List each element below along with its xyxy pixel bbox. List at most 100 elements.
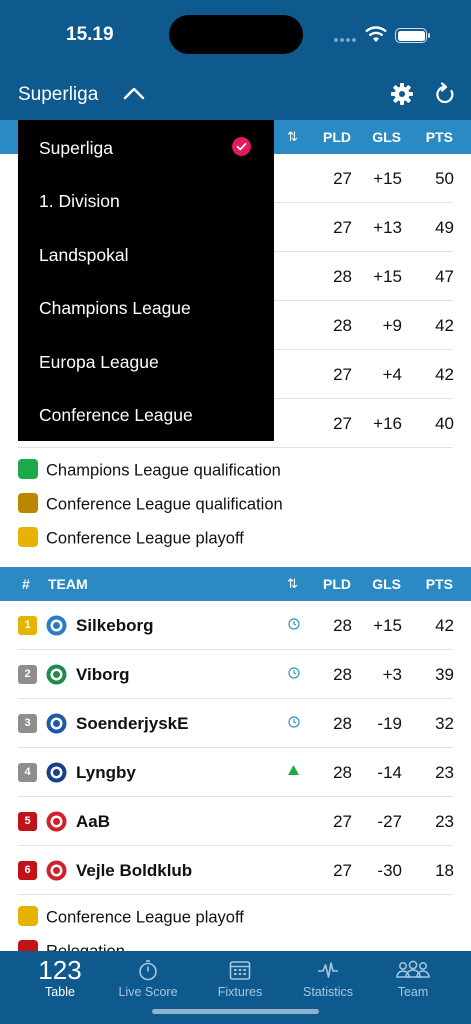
gls-value: -27 (377, 812, 402, 831)
team-name: Lyngby (76, 763, 136, 782)
league-dropdown-menu: Superliga 1. Division Landspokal Champio… (18, 120, 274, 441)
calendar-icon (229, 961, 251, 980)
form-sort-icon[interactable]: ⇅ (287, 576, 298, 592)
table-row[interactable]: 2 Viborg 28 +3 39 (0, 650, 471, 699)
col-team: TEAM (48, 576, 88, 592)
pts-value: 40 (435, 414, 454, 433)
tab-fixtures[interactable]: Fixtures (193, 951, 287, 1011)
row-divider (18, 447, 453, 448)
team-name: Silkeborg (76, 616, 154, 635)
team-crest-icon (46, 664, 67, 685)
position-badge: 6 (18, 861, 37, 880)
col-pts[interactable]: PTS (426, 576, 453, 592)
clock-icon (288, 667, 300, 679)
dropdown-item-superliga[interactable]: Superliga (39, 138, 113, 159)
row-divider (18, 894, 453, 895)
pts-value: 42 (435, 316, 454, 335)
pld-value: 28 (333, 763, 352, 782)
tab-statistics[interactable]: Statistics (281, 951, 375, 1011)
legend-label: Conference League qualification (46, 495, 283, 514)
league-title[interactable]: Superliga (18, 84, 98, 106)
checkmark-icon (232, 137, 251, 156)
form-sort-icon[interactable]: ⇅ (287, 129, 298, 145)
pulse-icon (318, 962, 338, 978)
pts-value: 49 (435, 218, 454, 237)
tab-label: Table (45, 985, 75, 999)
tab-team[interactable]: Team (366, 951, 460, 1011)
col-gls[interactable]: GLS (372, 576, 401, 592)
pld-value: 28 (333, 616, 352, 635)
pts-value: 50 (435, 169, 454, 188)
pld-value: 28 (333, 714, 352, 733)
legend-swatch (18, 493, 38, 513)
gls-value: -19 (377, 714, 402, 733)
gls-value: +13 (373, 218, 402, 237)
gls-value: +15 (373, 616, 402, 635)
tab-table[interactable]: 123 Table (13, 951, 107, 1011)
pld-value: 28 (333, 316, 352, 335)
legend-label: Conference League playoff (46, 908, 244, 927)
dropdown-item-europa-league[interactable]: Europa League (39, 352, 159, 373)
pld-value: 27 (333, 414, 352, 433)
stopwatch-icon (139, 960, 157, 981)
col-pld[interactable]: PLD (323, 129, 351, 145)
arrow-up-icon (288, 765, 299, 775)
dynamic-island (169, 15, 303, 54)
pts-value: 18 (435, 861, 454, 880)
dropdown-item-1-division[interactable]: 1. Division (39, 191, 120, 212)
col-gls[interactable]: GLS (372, 129, 401, 145)
pts-value: 42 (435, 616, 454, 635)
table-row[interactable]: 3 SoenderjyskE 28 -19 32 (0, 699, 471, 748)
dropdown-item-conference-league[interactable]: Conference League (39, 405, 193, 426)
team-name: AaB (76, 812, 111, 831)
table-row[interactable]: 4 Lyngby 28 -14 23 (0, 748, 471, 797)
gls-value: -14 (377, 763, 402, 782)
table-row[interactable]: 1 Silkeborg 28 +15 42 (0, 601, 471, 650)
gear-icon[interactable] (390, 82, 414, 106)
battery-icon (395, 28, 430, 43)
legend-item: Conference League qualification (18, 493, 283, 515)
gls-value: +15 (373, 169, 402, 188)
legend-swatch (18, 459, 38, 479)
pts-value: 42 (435, 365, 454, 384)
team-name: Viborg (76, 665, 130, 684)
wifi-icon (365, 26, 387, 42)
dropdown-item-champions-league[interactable]: Champions League (39, 298, 191, 319)
col-pld[interactable]: PLD (323, 576, 351, 592)
team-crest-icon (46, 615, 67, 636)
legend-swatch (18, 527, 38, 547)
gls-value: +9 (382, 316, 402, 335)
clock-icon (288, 716, 300, 728)
pld-value: 27 (333, 218, 352, 237)
tab-label: Team (397, 985, 429, 999)
chevron-up-icon[interactable] (123, 85, 145, 101)
bottom-table-header: # TEAM ⇅ PLD GLS PTS (0, 567, 471, 601)
col-pts[interactable]: PTS (426, 129, 453, 145)
legend-label: Champions League qualification (46, 461, 281, 480)
refresh-icon[interactable] (434, 82, 456, 106)
signal-icon (334, 38, 358, 43)
position-badge: 5 (18, 812, 37, 831)
tab-label: Live Score (118, 985, 178, 999)
home-indicator[interactable] (152, 1009, 319, 1014)
gls-value: +16 (373, 414, 402, 433)
team-crest-icon (46, 713, 67, 734)
position-badge: 2 (18, 665, 37, 684)
table-row[interactable]: 5 AaB 27 -27 23 (0, 797, 471, 846)
gls-value: +15 (373, 267, 402, 286)
gls-value: +3 (382, 665, 402, 684)
dropdown-item-landspokal[interactable]: Landspokal (39, 245, 129, 266)
legend-item: Champions League qualification (18, 459, 281, 481)
pts-value: 23 (435, 812, 454, 831)
position-badge: 3 (18, 714, 37, 733)
pts-value: 32 (435, 714, 454, 733)
table-row[interactable]: 6 Vejle Boldklub 27 -30 18 (0, 846, 471, 895)
pld-value: 28 (333, 267, 352, 286)
clock-icon (288, 618, 300, 630)
col-num: # (22, 576, 30, 592)
tab-live-score[interactable]: Live Score (101, 951, 195, 1011)
gls-value: +4 (382, 365, 402, 384)
pld-value: 27 (333, 861, 352, 880)
position-badge: 1 (18, 616, 37, 635)
team-name: SoenderjyskE (76, 714, 189, 733)
